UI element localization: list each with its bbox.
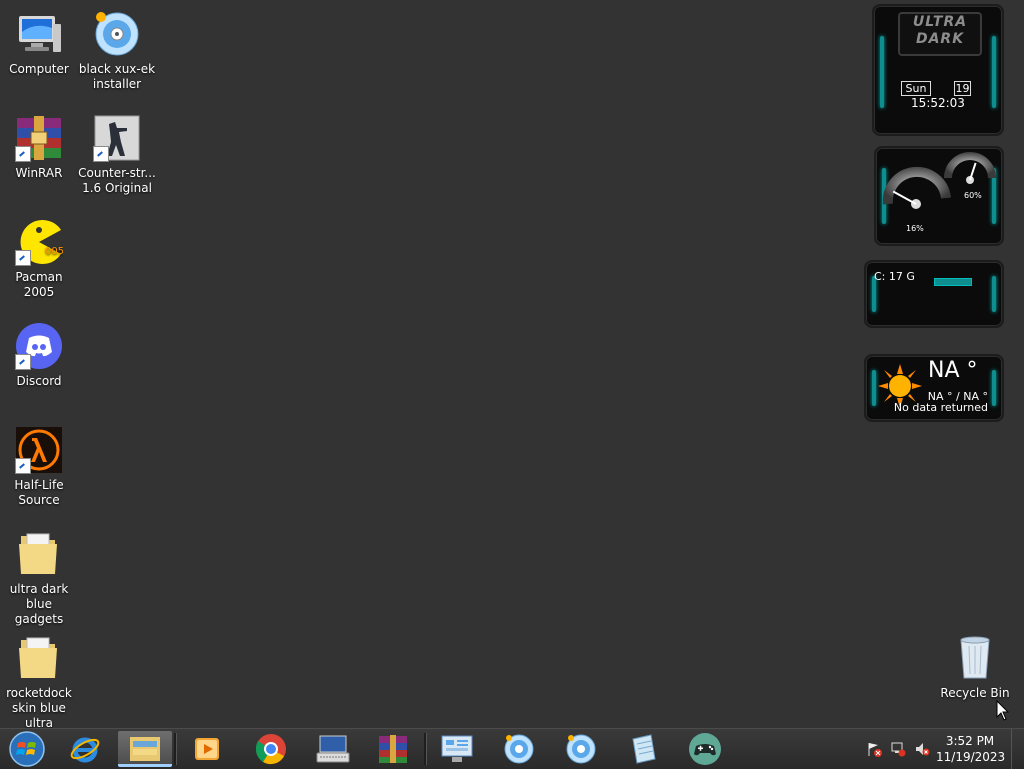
drive-gadget[interactable]: C: 17 G [864, 260, 1004, 328]
desktop-icon-label: Discord [16, 374, 62, 388]
desktop-icon-label: WinRAR [15, 166, 63, 180]
notepad-icon [632, 734, 656, 764]
disc-icon [93, 10, 141, 58]
desktop-icon-computer[interactable]: Computer [0, 8, 78, 77]
desktop-icon-rocketdock-folder[interactable]: rocketdock skin blue ultra [0, 632, 78, 731]
desktop-icon-pacman[interactable]: 005 Pacman 2005 [0, 216, 78, 300]
desktop-icon-label: rocketdock skin blue ultra [6, 686, 72, 730]
desktop-icon-half-life[interactable]: Half-Life Source [0, 424, 78, 508]
svg-text:005: 005 [45, 246, 63, 257]
weather-temp: NA ° [928, 358, 978, 383]
logo-line: DARK [915, 31, 965, 47]
taskbar-clock[interactable]: 3:52 PM 11/19/2023 [936, 733, 1006, 765]
desktop-icon-gadgets-folder[interactable]: ultra dark blue gadgets [0, 528, 78, 627]
internet-explorer-icon [70, 737, 100, 763]
cpu-percent: 16% [906, 224, 924, 233]
file-explorer-icon [130, 736, 160, 761]
chrome-icon [255, 734, 286, 765]
media-player-icon [195, 738, 219, 760]
computer-icon [15, 10, 63, 58]
start-button[interactable] [0, 731, 54, 767]
clock-gadget[interactable]: ULTRA DARK Sun 19 15:52:03 [872, 4, 1004, 136]
desktop-icon-label: Counter-str... 1.6 Original [78, 166, 156, 195]
windows-start-icon [9, 731, 45, 767]
control-panel-icon [441, 735, 473, 762]
taskbar-media-player[interactable] [180, 731, 234, 767]
taskbar-separator [174, 733, 177, 765]
desktop-icon-label: Computer [9, 62, 69, 76]
volume-muted-icon[interactable] [914, 741, 930, 757]
taskbar: 3:52 PM 11/19/2023 [0, 728, 1024, 769]
disc-icon [504, 734, 534, 764]
desktop-icon-discord[interactable]: Discord [0, 320, 78, 389]
taskbar-disc-2[interactable] [554, 731, 608, 767]
drive-usage-bar [934, 278, 972, 286]
weather-gadget[interactable]: NA ° NA ° / NA ° No data returned [864, 354, 1004, 422]
date-box: 19 [954, 81, 971, 96]
desktop-icon-winrar[interactable]: WinRAR [0, 112, 78, 181]
action-center-flag-icon[interactable] [866, 741, 882, 757]
taskbar-time: 3:52 PM [945, 734, 995, 748]
taskbar-date: 11/19/2023 [936, 750, 1006, 764]
winrar-icon [379, 735, 407, 763]
drive-label: C: 17 G [874, 270, 915, 283]
taskbar-disc-1[interactable] [492, 731, 546, 767]
ultra-dark-logo: ULTRA DARK [898, 12, 982, 56]
recycle-bin-icon [951, 634, 999, 682]
desktop-icon-label: Half-Life Source [14, 478, 64, 507]
taskbar-control-panel[interactable] [430, 731, 484, 767]
cpu-ram-meter-gadget[interactable]: 16% 60% [874, 146, 1004, 246]
folder-icon [15, 530, 63, 578]
day-box: Sun [901, 81, 931, 96]
show-desktop-button[interactable] [1011, 729, 1024, 769]
desktop: Computer black xux-ek installer WinRAR C… [0, 0, 1024, 731]
folder-icon [15, 634, 63, 682]
mouse-cursor-icon [996, 700, 1010, 721]
desktop-icon-recycle-bin[interactable]: Recycle Bin [936, 632, 1014, 701]
desktop-icon-label: Pacman 2005 [15, 270, 63, 299]
desktop-icon-label: ultra dark blue gadgets [9, 582, 69, 626]
desktop-icon-label: black xux-ek installer [78, 62, 156, 91]
desktop-icon-counter-strike[interactable]: Counter-str... 1.6 Original [78, 112, 156, 196]
discord-icon [15, 322, 63, 370]
desktop-icon-label: Recycle Bin [940, 686, 1010, 700]
weather-status: No data returned [893, 401, 988, 414]
taskbar-notepad[interactable] [616, 731, 670, 767]
taskbar-internet-explorer[interactable] [58, 731, 112, 767]
network-icon[interactable] [890, 741, 906, 757]
meter-dials [882, 152, 996, 209]
counter-strike-icon [93, 114, 141, 162]
half-life-icon [15, 426, 63, 474]
taskbar-winrar[interactable] [366, 731, 420, 767]
taskbar-separator [424, 733, 427, 765]
taskbar-file-explorer[interactable] [118, 731, 172, 767]
taskbar-chrome[interactable] [244, 731, 298, 767]
taskbar-keyboard[interactable] [306, 731, 360, 767]
gamepad-icon [689, 733, 721, 765]
pacman-icon: 005 [15, 218, 64, 266]
desktop-icon-installer[interactable]: black xux-ek installer [78, 8, 156, 92]
clock-time: 15:52:03 [911, 96, 965, 110]
keyboard-icon [316, 735, 350, 763]
ram-percent: 60% [964, 191, 982, 200]
taskbar-gamepad[interactable] [678, 731, 732, 767]
logo-line: ULTRA [912, 14, 968, 30]
disc-icon [566, 734, 596, 764]
winrar-icon [15, 114, 63, 162]
